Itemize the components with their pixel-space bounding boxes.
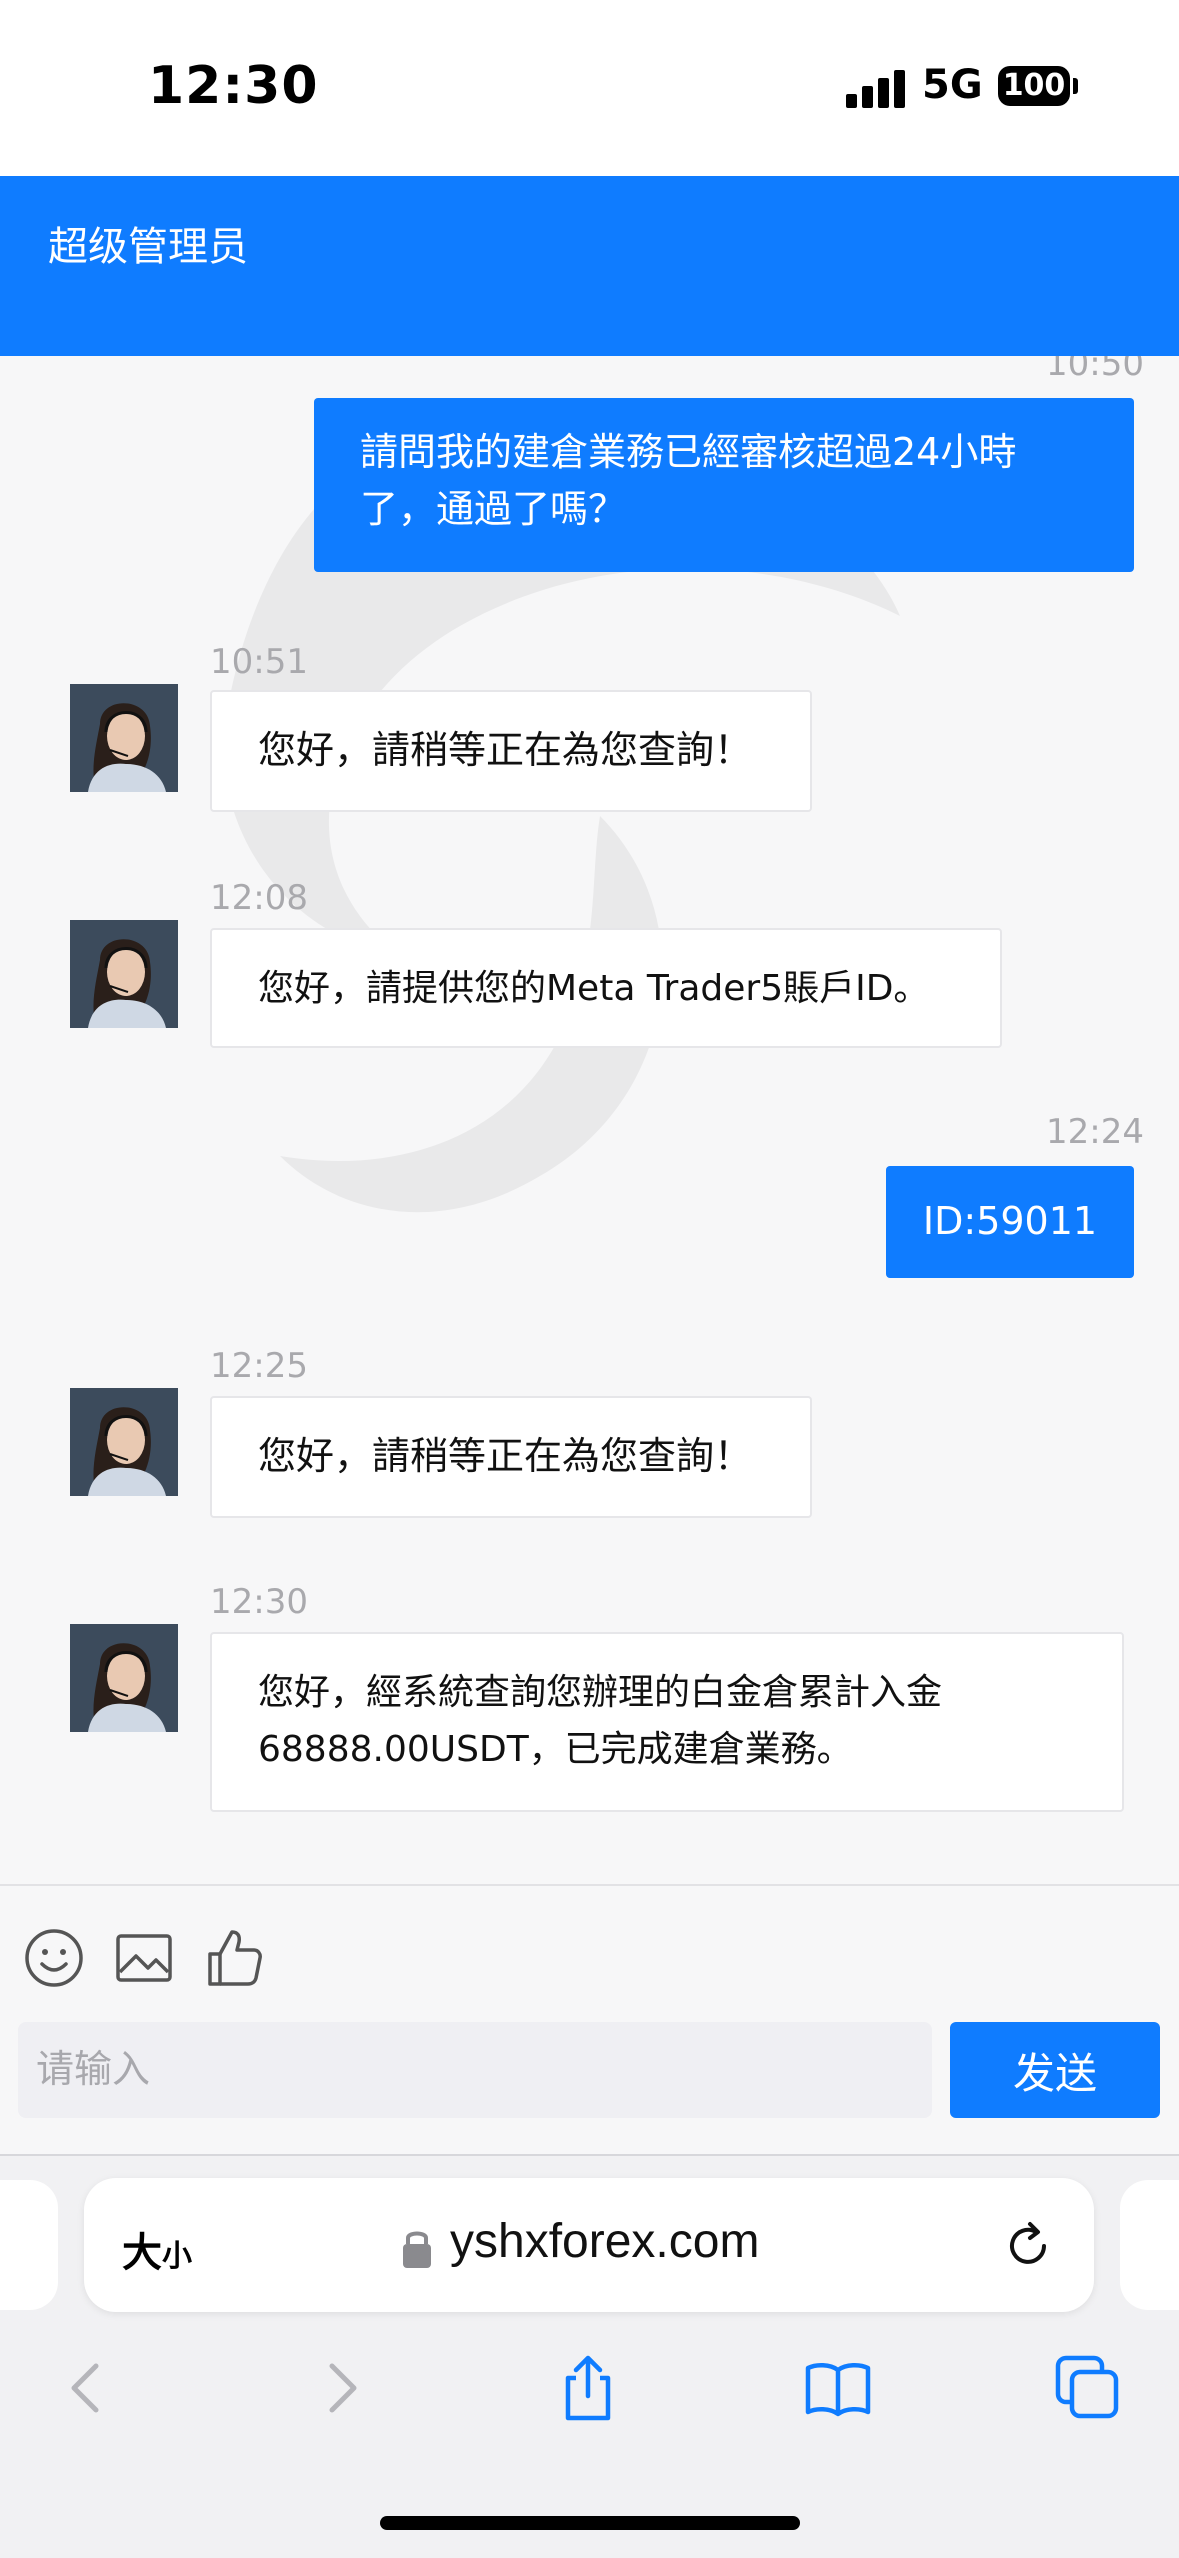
chat-messages[interactable]: 10:50 請問我的建倉業務已經審核超過24小時 了，通過了嗎？ 10:51 您… xyxy=(0,356,1179,1884)
message-bubble-incoming: 您好，請提供您的Meta Trader5賬戶ID。 xyxy=(210,928,1002,1048)
message-timestamp: 10:50 xyxy=(1046,356,1144,384)
composer-divider xyxy=(0,1884,1179,1886)
agent-avatar[interactable] xyxy=(70,1624,178,1732)
agent-avatar[interactable] xyxy=(70,1388,178,1496)
message-timestamp: 12:25 xyxy=(210,1346,308,1386)
message-timestamp: 10:51 xyxy=(210,642,308,682)
message-bubble-outgoing: ID:59011 xyxy=(886,1166,1134,1278)
cellular-signal-icon xyxy=(846,68,906,108)
network-type: 5G xyxy=(922,62,983,108)
message-text-line: 請問我的建倉業務已經審核超過24小時 xyxy=(360,430,1017,474)
agent-avatar-icon xyxy=(70,1388,178,1496)
agent-avatar[interactable] xyxy=(70,684,178,792)
image-icon[interactable] xyxy=(112,1926,176,1990)
emoji-icon[interactable] xyxy=(22,1926,86,1990)
back-icon[interactable] xyxy=(52,2352,124,2424)
message-text-line: 了，通過了嗎？ xyxy=(360,487,627,531)
bookmarks-icon[interactable] xyxy=(802,2352,874,2424)
text-size-small-glyph: 小 xyxy=(162,2239,192,2274)
page-title: 超级管理员 xyxy=(48,224,248,270)
send-button[interactable]: 发送 xyxy=(950,2022,1160,2118)
battery-icon: 100 xyxy=(998,66,1070,106)
text-size-button[interactable]: 大小 xyxy=(122,2220,192,2278)
message-timestamp: 12:30 xyxy=(210,1582,308,1622)
message-bubble-incoming: 您好，請稍等正在為您查詢！ xyxy=(210,1396,812,1518)
message-bubble-incoming: 您好，請稍等正在為您查詢！ xyxy=(210,690,812,812)
agent-avatar-icon xyxy=(70,684,178,792)
message-text-line: 68888.00USDT，已完成建倉業務。 xyxy=(258,1729,853,1770)
thumbs-up-icon[interactable] xyxy=(202,1926,266,1990)
message-timestamp: 12:08 xyxy=(210,878,308,918)
previous-tab-preview[interactable] xyxy=(0,2180,58,2310)
reload-icon[interactable] xyxy=(998,2216,1058,2276)
lock-icon xyxy=(403,2231,431,2268)
agent-avatar-icon xyxy=(70,1624,178,1732)
url-text[interactable]: yshxforex.com xyxy=(450,2214,759,2269)
share-icon[interactable] xyxy=(552,2352,624,2424)
next-tab-preview[interactable] xyxy=(1120,2180,1179,2310)
status-time: 12:30 xyxy=(148,56,319,116)
message-timestamp: 12:24 xyxy=(1046,1112,1144,1152)
battery-nub xyxy=(1073,78,1078,94)
forward-icon[interactable] xyxy=(304,2352,376,2424)
agent-avatar-icon xyxy=(70,920,178,1028)
message-text-line: 您好，經系統查詢您辦理的白金倉累計入金 xyxy=(258,1672,943,1713)
agent-avatar[interactable] xyxy=(70,920,178,1028)
message-bubble-incoming: 您好，經系統查詢您辦理的白金倉累計入金 68888.00USDT，已完成建倉業務… xyxy=(210,1632,1124,1812)
tabs-icon[interactable] xyxy=(1052,2352,1124,2424)
text-size-large-glyph: 大 xyxy=(122,2230,162,2276)
message-bubble-outgoing: 請問我的建倉業務已經審核超過24小時 了，通過了嗎？ xyxy=(314,398,1134,572)
home-indicator xyxy=(380,2516,800,2530)
message-input[interactable] xyxy=(18,2022,932,2118)
